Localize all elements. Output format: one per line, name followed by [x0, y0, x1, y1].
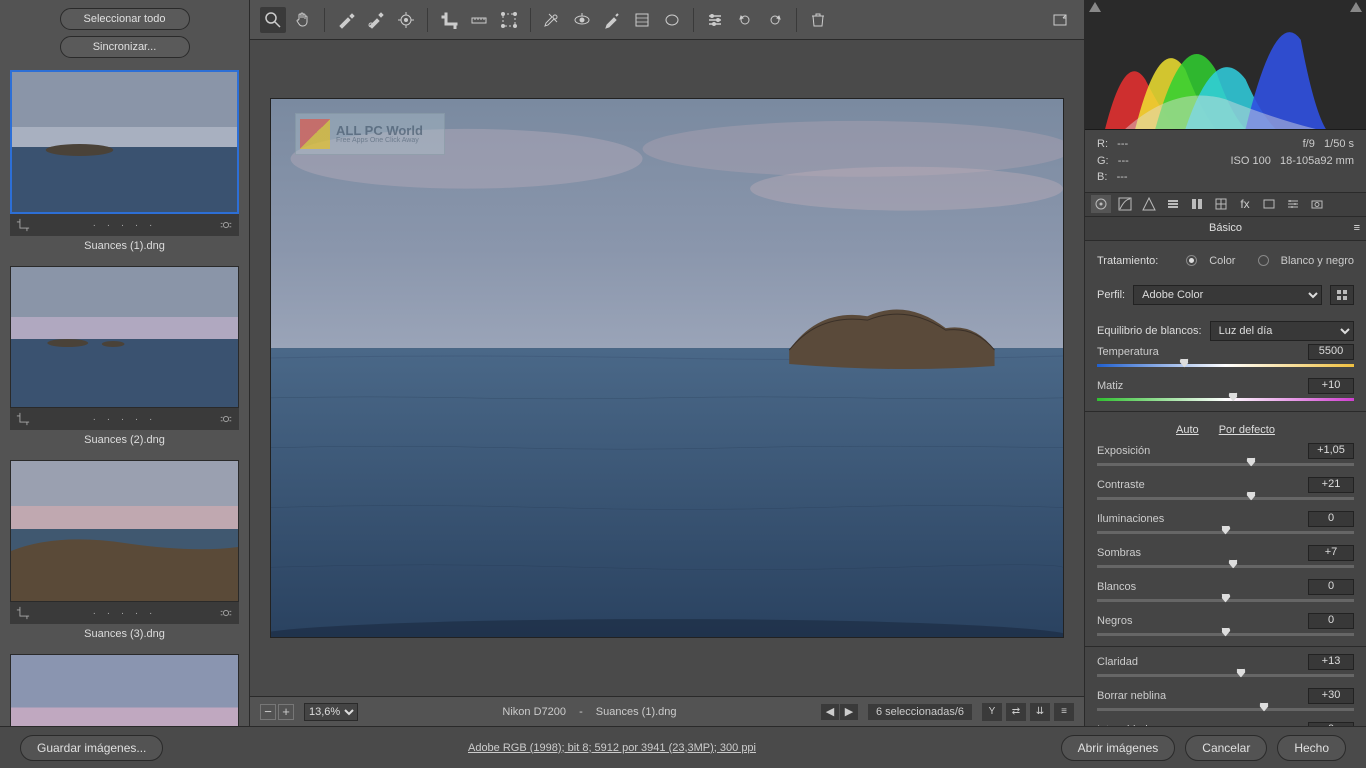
- crop-icon: [16, 606, 30, 620]
- tab-calibration[interactable]: [1259, 195, 1279, 213]
- histogram[interactable]: [1085, 0, 1366, 130]
- thumbnail-name: Suances (3).dng: [10, 624, 239, 644]
- delete-tool[interactable]: [805, 7, 831, 33]
- image-info: R: --- G: --- B: --- f/9 1/50 s ISO 100 …: [1085, 130, 1366, 193]
- tab-basic[interactable]: [1091, 195, 1111, 213]
- treatment-bw-radio[interactable]: [1258, 255, 1269, 266]
- dehaze-slider[interactable]: Borrar neblina+30: [1097, 687, 1354, 715]
- adjustment-brush-tool[interactable]: [599, 7, 625, 33]
- wb-picker-tool[interactable]: [333, 7, 359, 33]
- image-metadata-link[interactable]: Adobe RGB (1998); bit 8; 5912 por 3941 (…: [468, 742, 756, 754]
- default-link[interactable]: Por defecto: [1219, 424, 1275, 436]
- tab-curve[interactable]: [1115, 195, 1135, 213]
- image-canvas[interactable]: ALL PC WorldFree Apps One Click Away: [270, 98, 1064, 638]
- crop-icon: [16, 412, 30, 426]
- panel-tabstrip: fx: [1085, 193, 1366, 217]
- open-prefs-tool[interactable]: [1048, 7, 1074, 33]
- highlights-slider[interactable]: Iluminaciones0: [1097, 510, 1354, 538]
- thumbnail[interactable]: · · · · · Suances (2).dng: [10, 266, 239, 450]
- tab-presets[interactable]: [1283, 195, 1303, 213]
- treatment-color-radio[interactable]: [1186, 255, 1197, 266]
- select-all-button[interactable]: Seleccionar todo: [60, 8, 190, 30]
- auto-link[interactable]: Auto: [1176, 424, 1199, 436]
- zoom-tool[interactable]: [260, 7, 286, 33]
- tab-snapshots[interactable]: [1307, 195, 1327, 213]
- swap-button[interactable]: ⇄: [1006, 703, 1026, 721]
- next-button[interactable]: ▶: [840, 704, 858, 720]
- file-label: Suances (1).dng: [596, 706, 677, 718]
- shadow-clip-icon[interactable]: [1089, 2, 1101, 12]
- profile-label: Perfil:: [1097, 289, 1125, 301]
- footer-bar: Guardar imágenes... Adobe RGB (1998); bi…: [0, 726, 1366, 768]
- section-menu-icon[interactable]: ≡: [1354, 222, 1360, 234]
- highlight-clip-icon[interactable]: [1350, 2, 1362, 12]
- thumbnail[interactable]: · · · · · Suances (1).dng: [10, 70, 239, 256]
- rotate-ccw-tool[interactable]: [732, 7, 758, 33]
- canvas-bottom-bar: −+ 13,6% Nikon D7200 - Suances (1).dng ◀…: [250, 696, 1084, 726]
- wb-select[interactable]: Luz del día: [1210, 321, 1354, 341]
- thumbnail-name: Suances (1).dng: [10, 236, 239, 256]
- redeye-tool[interactable]: [569, 7, 595, 33]
- section-header: Básico ≡: [1085, 217, 1366, 241]
- thumbnail-name: Suances (2).dng: [10, 430, 239, 450]
- profile-browse-button[interactable]: [1330, 285, 1354, 305]
- clarity-slider[interactable]: Claridad+13: [1097, 653, 1354, 681]
- done-button[interactable]: Hecho: [1277, 735, 1346, 761]
- wb-label: Equilibrio de blancos:: [1097, 325, 1202, 337]
- settings-icon: [219, 412, 233, 426]
- treatment-label: Tratamiento:: [1097, 255, 1158, 267]
- thumbnail[interactable]: [10, 654, 239, 726]
- crop-tool[interactable]: [436, 7, 462, 33]
- adjustments-panel: R: --- G: --- B: --- f/9 1/50 s ISO 100 …: [1084, 0, 1366, 726]
- shadows-slider[interactable]: Sombras+7: [1097, 544, 1354, 572]
- profile-select[interactable]: Adobe Color: [1133, 285, 1322, 305]
- cancel-button[interactable]: Cancelar: [1185, 735, 1267, 761]
- straighten-tool[interactable]: [466, 7, 492, 33]
- exposure-slider[interactable]: Exposición+1,05: [1097, 442, 1354, 470]
- tint-slider[interactable]: Matiz+10: [1097, 377, 1354, 405]
- save-images-button[interactable]: Guardar imágenes...: [20, 735, 163, 761]
- zoom-out-button[interactable]: −: [260, 704, 276, 720]
- settings-icon[interactable]: ≡: [1054, 703, 1074, 721]
- tab-detail[interactable]: [1139, 195, 1159, 213]
- thumbnail[interactable]: · · · · · Suances (3).dng: [10, 460, 239, 644]
- crop-icon: [16, 218, 30, 232]
- open-images-button[interactable]: Abrir imágenes: [1061, 735, 1176, 761]
- radial-filter-tool[interactable]: [659, 7, 685, 33]
- spot-heal-tool[interactable]: [539, 7, 565, 33]
- camera-label: Nikon D7200: [502, 706, 566, 718]
- prev-button[interactable]: ◀: [821, 704, 839, 720]
- filmstrip-panel: Seleccionar todo Sincronizar... · · · · …: [0, 0, 250, 726]
- tab-lens[interactable]: [1211, 195, 1231, 213]
- target-adjust-tool[interactable]: [393, 7, 419, 33]
- sync-button[interactable]: Sincronizar...: [60, 36, 190, 58]
- grad-filter-tool[interactable]: [629, 7, 655, 33]
- whites-slider[interactable]: Blancos0: [1097, 578, 1354, 606]
- color-sampler-tool[interactable]: [363, 7, 389, 33]
- toolbar: [250, 0, 1084, 40]
- zoom-in-button[interactable]: +: [278, 704, 294, 720]
- settings-icon: [219, 606, 233, 620]
- thumbnail-list: · · · · · Suances (1).dng · · · · · Suan…: [0, 66, 249, 726]
- blacks-slider[interactable]: Negros0: [1097, 612, 1354, 640]
- before-after-y-button[interactable]: Y: [982, 703, 1002, 721]
- tab-split[interactable]: [1187, 195, 1207, 213]
- zoom-select[interactable]: 13,6%: [304, 703, 358, 721]
- transform-tool[interactable]: [496, 7, 522, 33]
- rotate-cw-tool[interactable]: [762, 7, 788, 33]
- tab-hsl[interactable]: [1163, 195, 1183, 213]
- contrast-slider[interactable]: Contraste+21: [1097, 476, 1354, 504]
- hand-tool[interactable]: [290, 7, 316, 33]
- watermark: ALL PC WorldFree Apps One Click Away: [295, 113, 445, 155]
- tab-fx[interactable]: fx: [1235, 195, 1255, 213]
- selection-info: 6 seleccionadas/6: [868, 704, 972, 720]
- copy-button[interactable]: ⇊: [1030, 703, 1050, 721]
- settings-icon: [219, 218, 233, 232]
- temperature-slider[interactable]: Temperatura5500: [1097, 343, 1354, 371]
- preferences-tool[interactable]: [702, 7, 728, 33]
